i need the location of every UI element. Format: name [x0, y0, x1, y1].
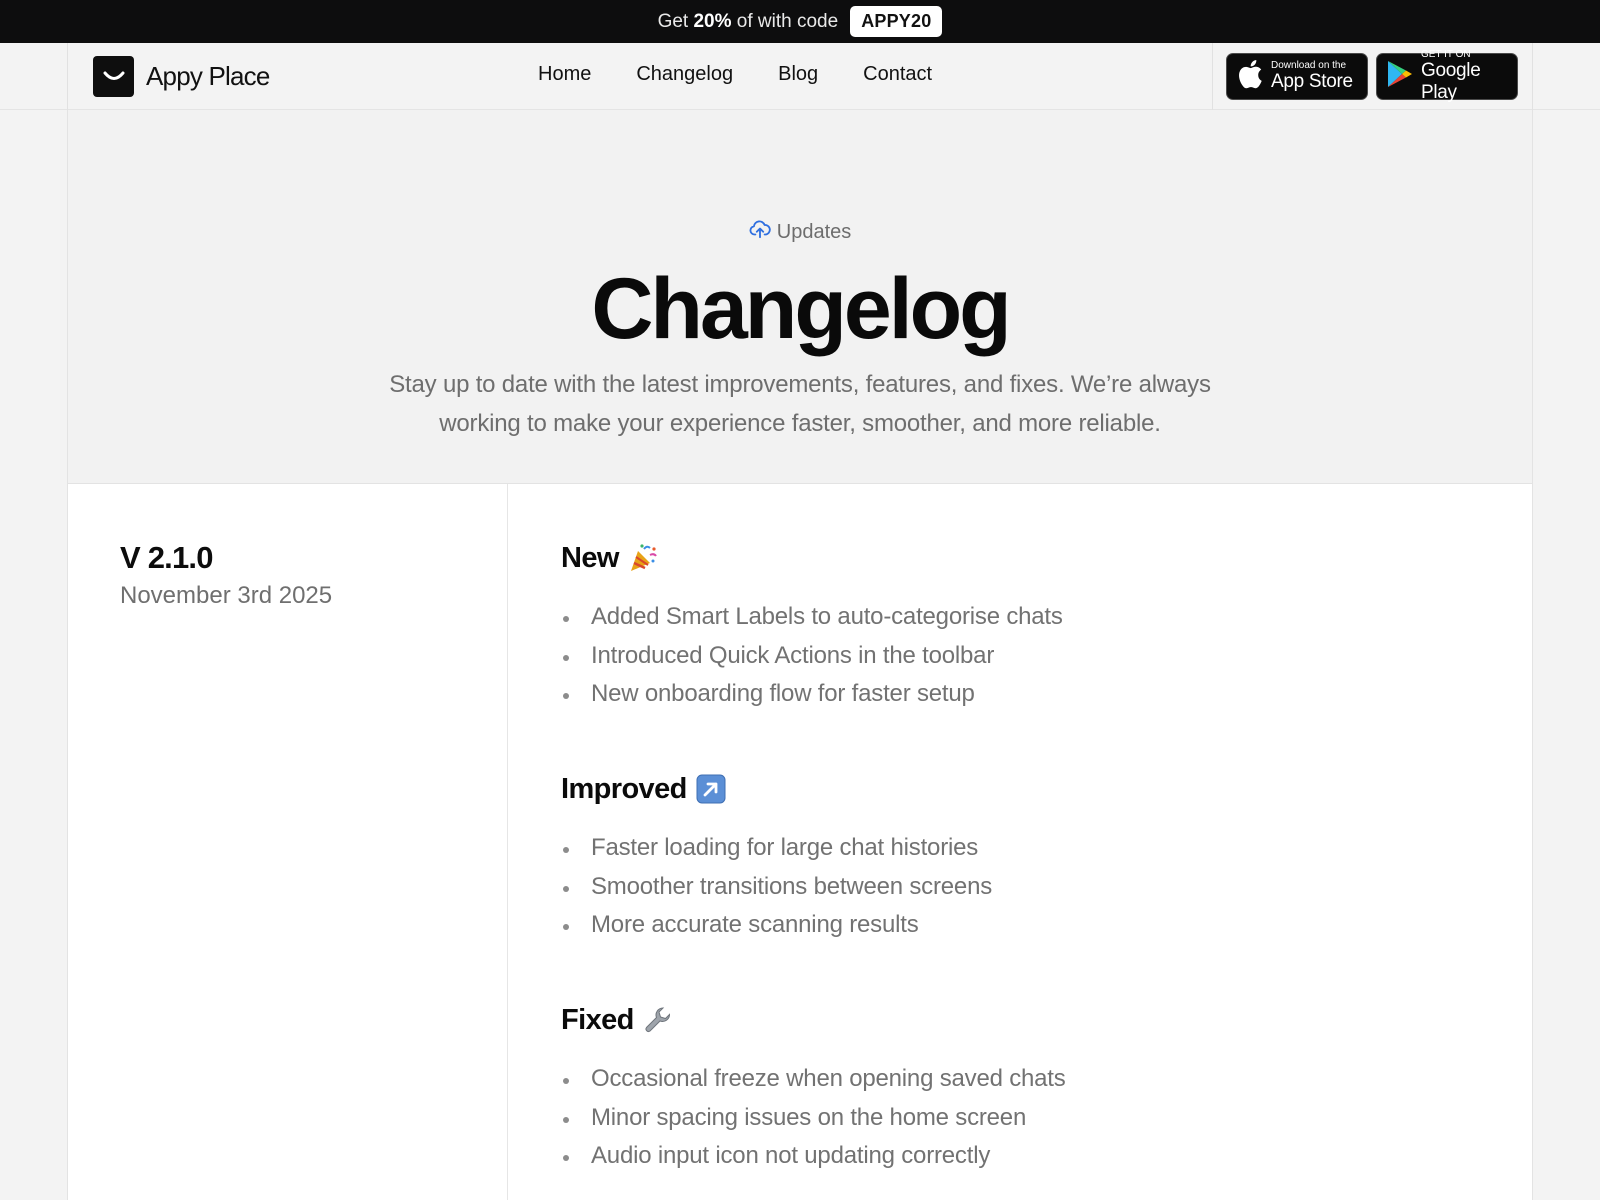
- list-item: More accurate scanning results: [561, 906, 1461, 945]
- app-store-small: Download on the: [1271, 60, 1347, 71]
- release-version: V 2.1.0: [120, 540, 213, 575]
- promo-text: Get 20% of with code: [658, 11, 839, 33]
- change-list: Occasional freeze when opening saved cha…: [561, 1060, 1461, 1176]
- release-entry: V 2.1.0 November 3rd 2025 New Added Smar…: [67, 484, 1533, 1200]
- hero-section: Updates Changelog Stay up to date with t…: [67, 110, 1533, 484]
- nav-link-changelog[interactable]: Changelog: [636, 63, 733, 86]
- page-title: Changelog: [591, 261, 1011, 357]
- section-heading: New: [561, 540, 1461, 576]
- list-item: Occasional freeze when opening saved cha…: [561, 1060, 1461, 1099]
- promo-prefix: Get: [657, 10, 689, 32]
- brand-logo[interactable]: Appy Place: [93, 56, 270, 97]
- section-fixed: Fixed Occasional freeze when opening sav…: [561, 1002, 1461, 1176]
- store-badges: Download on the App Store GET IT ON Goog…: [1212, 43, 1532, 110]
- google-play-small: GET IT ON: [1421, 49, 1471, 60]
- nav-divider: [1532, 43, 1533, 110]
- app-store-button[interactable]: Download on the App Store: [1226, 53, 1368, 100]
- section-improved: Improved Faster loading for large chat h…: [561, 771, 1461, 945]
- promo-banner: Get 20% of with code APPY20: [0, 0, 1600, 43]
- list-item: Smoother transitions between screens: [561, 868, 1461, 907]
- wrench-icon: [642, 1004, 674, 1036]
- nav-link-contact[interactable]: Contact: [863, 63, 932, 86]
- up-right-arrow-icon: [695, 773, 727, 805]
- main-menu: Home Changelog Blog Contact: [538, 63, 932, 86]
- google-play-button[interactable]: GET IT ON Google Play: [1376, 49, 1518, 103]
- section-heading: Fixed: [561, 1002, 1461, 1038]
- section-title: Fixed: [561, 1003, 634, 1036]
- section-heading: Improved: [561, 771, 1461, 807]
- section-title: New: [561, 541, 619, 574]
- list-item: New onboarding flow for faster setup: [561, 675, 1461, 714]
- list-item: Faster loading for large chat histories: [561, 829, 1461, 868]
- updates-eyebrow: Updates: [68, 218, 1532, 246]
- section-new: New Added Smart Labels to auto-categoris…: [561, 540, 1461, 714]
- list-item: Audio input icon not updating correctly: [561, 1137, 1461, 1176]
- apple-icon: [1237, 59, 1263, 94]
- list-item: Added Smart Labels to auto-categorise ch…: [561, 598, 1461, 637]
- nav-link-blog[interactable]: Blog: [778, 63, 818, 86]
- brand-name: Appy Place: [146, 61, 270, 91]
- cloud-upload-icon: [749, 218, 771, 246]
- nav-link-home[interactable]: Home: [538, 63, 591, 86]
- promo-code[interactable]: APPY20: [850, 6, 943, 37]
- change-list: Added Smart Labels to auto-categorise ch…: [561, 598, 1461, 714]
- nav-divider: [67, 43, 68, 110]
- promo-suffix: of with code: [736, 10, 839, 32]
- party-popper-icon: [627, 542, 659, 574]
- page-subtitle: Stay up to date with the latest improvem…: [389, 371, 1211, 437]
- change-list: Faster loading for large chat histories …: [561, 829, 1461, 945]
- google-play-icon: [1387, 60, 1413, 93]
- eyebrow-label: Updates: [776, 220, 852, 243]
- release-meta: V 2.1.0 November 3rd 2025: [68, 484, 508, 1200]
- list-item: Introduced Quick Actions in the toolbar: [561, 637, 1461, 676]
- release-date: November 3rd 2025: [120, 582, 333, 609]
- app-store-big: App Store: [1271, 71, 1353, 92]
- list-item: Minor spacing issues on the home screen: [561, 1099, 1461, 1138]
- google-play-big: Google Play: [1421, 60, 1481, 103]
- section-title: Improved: [561, 772, 687, 805]
- promo-discount: 20%: [693, 10, 732, 32]
- smile-logo-icon: [93, 56, 134, 97]
- top-nav: Appy Place Home Changelog Blog Contact D…: [0, 43, 1600, 110]
